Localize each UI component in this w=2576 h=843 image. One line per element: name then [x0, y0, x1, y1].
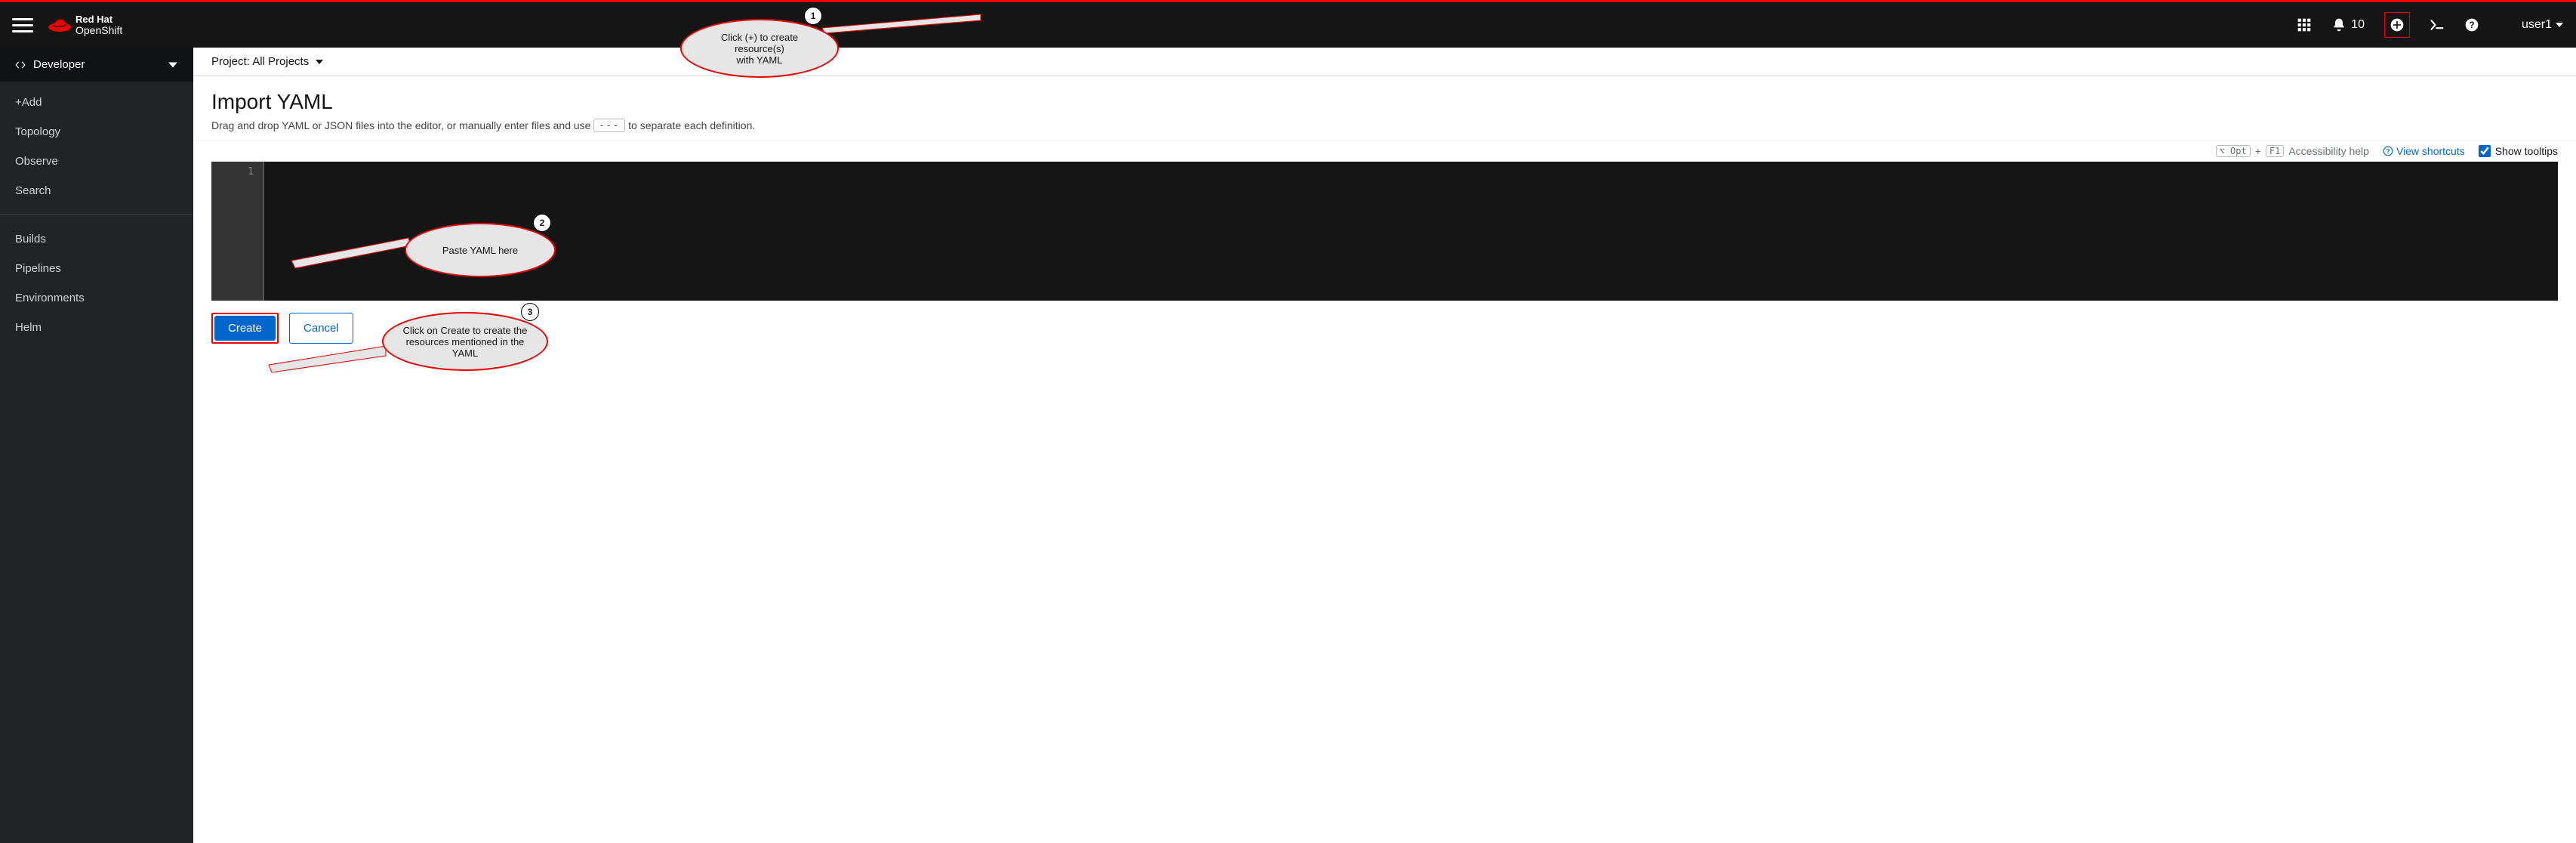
- plus-text: +: [2255, 145, 2261, 157]
- callout-3-line1: Click on Create to create the: [399, 325, 532, 336]
- callout-2-text: Paste YAML here: [442, 245, 518, 256]
- project-selector[interactable]: Project: All Projects: [193, 48, 2576, 76]
- editor-code-area[interactable]: [263, 162, 2466, 301]
- brand-line2: OpenShift: [75, 24, 122, 36]
- callout-3-line2: resources mentioned in the YAML: [399, 336, 532, 359]
- editor-toolbar: ⌥ Opt + F1 Accessibility help ? View sho…: [193, 140, 2576, 162]
- sidebar-item-helm[interactable]: Helm: [0, 313, 193, 342]
- editor-minimap-area: [2466, 162, 2558, 301]
- user-menu[interactable]: user1: [2522, 18, 2564, 32]
- caret-down-icon: [2555, 20, 2564, 29]
- notification-count: 10: [2351, 18, 2365, 32]
- masthead: Red Hat OpenShift 10 ? user1: [0, 2, 2576, 48]
- caret-down-icon: [168, 60, 178, 70]
- sidebar-item-environments[interactable]: Environments: [0, 283, 193, 313]
- separator-hint: ---: [593, 119, 625, 132]
- main-content: Project: All Projects Import YAML Drag a…: [193, 48, 2576, 843]
- app-launcher-icon[interactable]: [2297, 17, 2312, 32]
- sidebar-item-builds[interactable]: Builds: [0, 224, 193, 254]
- hamburger-menu-button[interactable]: [12, 14, 33, 36]
- show-tooltips-toggle[interactable]: Show tooltips: [2479, 145, 2558, 157]
- create-highlight-box: Create: [211, 313, 279, 344]
- callout-3: 3 Click on Create to create the resource…: [382, 312, 548, 371]
- kbd-f1: F1: [2266, 145, 2284, 157]
- cancel-button[interactable]: Cancel: [289, 313, 353, 344]
- callout-1-line1: Click (+) to create resource(s): [697, 32, 822, 54]
- callout-badge-2: 2: [533, 214, 551, 232]
- svg-text:?: ?: [2469, 20, 2474, 30]
- accessibility-hint: ⌥ Opt + F1 Accessibility help: [2216, 145, 2369, 157]
- help-icon[interactable]: ?: [2464, 17, 2479, 32]
- perspective-switcher[interactable]: Developer: [0, 48, 193, 82]
- brand-logo: Red Hat OpenShift: [47, 12, 160, 38]
- page-title: Import YAML: [211, 90, 2558, 114]
- info-icon: ?: [2383, 146, 2393, 156]
- callout-badge-3: 3: [521, 303, 539, 321]
- line-number: 1: [211, 166, 254, 178]
- sidebar-item-search[interactable]: Search: [0, 176, 193, 205]
- cli-terminal-icon[interactable]: [2430, 17, 2445, 32]
- username-label: user1: [2522, 18, 2552, 32]
- callout-1-line2: with YAML: [697, 54, 822, 66]
- editor-gutter: 1: [211, 162, 263, 301]
- accessibility-label: Accessibility help: [2288, 145, 2369, 157]
- subtitle-post: to separate each definition.: [628, 119, 755, 131]
- kbd-opt: ⌥ Opt: [2216, 145, 2251, 157]
- callout-1: 1 Click (+) to create resource(s) with Y…: [680, 19, 839, 78]
- show-tooltips-checkbox[interactable]: [2479, 145, 2491, 157]
- import-yaml-plus-button[interactable]: [2384, 12, 2410, 38]
- sidebar-nav: Developer +Add Topology Observe Search B…: [0, 48, 193, 843]
- svg-text:?: ?: [2386, 148, 2390, 155]
- view-shortcuts-link[interactable]: ? View shortcuts: [2383, 145, 2465, 157]
- project-label: Project: All Projects: [211, 55, 309, 68]
- subtitle-pre: Drag and drop YAML or JSON files into th…: [211, 119, 590, 131]
- notifications-button[interactable]: 10: [2331, 17, 2365, 32]
- sidebar-item-pipelines[interactable]: Pipelines: [0, 254, 193, 283]
- code-icon: [15, 60, 26, 70]
- brand-line1: Red Hat: [75, 14, 113, 25]
- yaml-editor[interactable]: 1: [211, 162, 2558, 301]
- page-subtitle: Drag and drop YAML or JSON files into th…: [211, 119, 2558, 132]
- show-tooltips-label: Show tooltips: [2495, 145, 2558, 157]
- caret-down-icon: [315, 57, 324, 66]
- create-button[interactable]: Create: [214, 316, 276, 341]
- callout-2: 2 Paste YAML here: [405, 223, 556, 277]
- view-shortcuts-label: View shortcuts: [2396, 145, 2465, 157]
- sidebar-item-add[interactable]: +Add: [0, 88, 193, 117]
- sidebar-item-topology[interactable]: Topology: [0, 117, 193, 147]
- sidebar-item-observe[interactable]: Observe: [0, 147, 193, 176]
- callout-badge-1: 1: [804, 7, 822, 25]
- perspective-label: Developer: [33, 58, 85, 71]
